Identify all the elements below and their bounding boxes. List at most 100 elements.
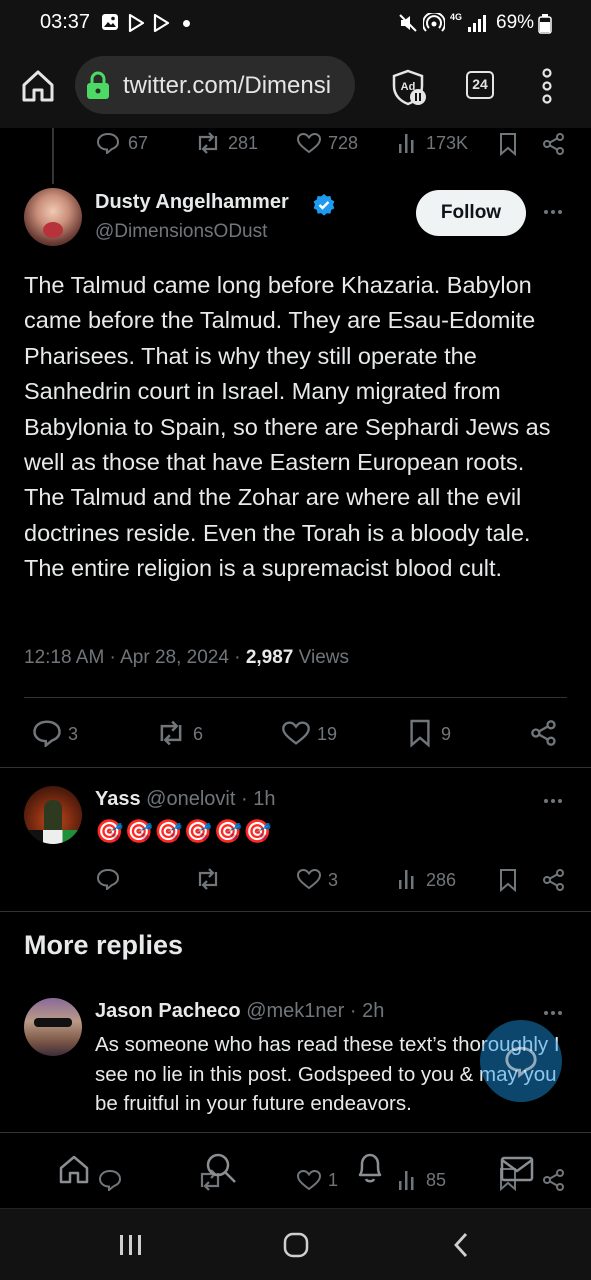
like-count: 3 (328, 870, 339, 890)
more-options-icon[interactable] (543, 209, 563, 215)
play-store-icon (151, 13, 171, 33)
bookmark-icon[interactable] (408, 718, 432, 748)
prev-like-count: 728 (328, 133, 359, 153)
nav-messages-icon[interactable] (500, 1155, 534, 1183)
nav-notifications-icon[interactable] (354, 1151, 386, 1185)
bookmark-icon[interactable] (498, 868, 518, 892)
reply-header: Jason Pacheco @mek1ner · 2h (95, 1000, 384, 1023)
bottom-navigation: 1 85 (0, 1132, 591, 1208)
like-count: 19 (317, 724, 338, 744)
tweet-meta: 12:18 AM · Apr 28, 2024 · 2,987 Views (24, 647, 349, 669)
tabs-button[interactable]: 24 (466, 71, 494, 99)
status-bar: 03:37 4G 69% (0, 0, 591, 48)
nav-search-icon[interactable] (204, 1151, 238, 1185)
share-icon[interactable] (542, 868, 566, 892)
avatar[interactable] (24, 998, 82, 1056)
author-handle[interactable]: @mek1ner (246, 1000, 344, 1022)
system-navigation-bar (0, 1208, 591, 1280)
like-icon[interactable] (296, 868, 322, 890)
lock-icon (85, 70, 111, 100)
share-icon[interactable] (542, 132, 566, 156)
notification-dot-icon (183, 20, 190, 27)
battery-icon (538, 14, 552, 34)
reply-icon[interactable] (32, 719, 62, 747)
battery-percent: 69% (496, 12, 535, 33)
tweet-time[interactable]: 12:18 AM (24, 647, 104, 668)
repost-count: 6 (193, 724, 204, 744)
status-time: 03:37 (40, 11, 91, 33)
compose-reply-button[interactable] (480, 1020, 562, 1102)
menu-kebab-icon[interactable] (538, 68, 556, 104)
reply-actions: 3 286 (0, 866, 591, 896)
views-icon[interactable] (398, 868, 418, 890)
views-icon[interactable] (398, 132, 418, 154)
reply-icon[interactable] (96, 132, 120, 154)
prev-reply-count: 67 (128, 133, 149, 153)
meta-separator: · (104, 647, 121, 668)
reply-header: Yass @onelovit · 1h (95, 788, 275, 811)
verified-badge-icon (312, 193, 336, 217)
reply-count: 3 (68, 724, 79, 744)
like-count: 1 (328, 1170, 339, 1190)
back-icon[interactable] (451, 1231, 471, 1259)
repost-icon[interactable] (194, 132, 222, 154)
play-store-icon (126, 13, 146, 33)
prev-tweet-actions: 67 281 728 173K (0, 128, 591, 158)
repost-icon[interactable] (194, 868, 222, 890)
avatar-detail (34, 1018, 72, 1027)
reply-bubble-icon (504, 1044, 538, 1078)
follow-button[interactable]: Follow (416, 190, 526, 236)
tweet-text: The Talmud came long before Khazaria. Ba… (24, 272, 551, 582)
divider (0, 911, 591, 912)
tweet-date[interactable]: Apr 28, 2024 (120, 647, 229, 668)
author-handle[interactable]: @onelovit (146, 788, 235, 810)
like-icon[interactable] (296, 132, 322, 154)
hotspot-icon (423, 13, 445, 35)
views-count: 2,987 (245, 647, 294, 668)
prev-view-count: 173K (426, 133, 469, 153)
meta-separator: · (344, 1000, 363, 1022)
home-button-icon[interactable] (282, 1231, 310, 1259)
reply-icon[interactable] (96, 868, 120, 890)
like-icon[interactable] (281, 720, 311, 746)
share-icon[interactable] (542, 1168, 566, 1192)
section-heading: More replies (24, 930, 184, 960)
view-count: 85 (426, 1170, 447, 1190)
reply-icon[interactable] (98, 1169, 122, 1191)
avatar[interactable] (24, 786, 82, 844)
author-name[interactable]: Dusty Angelhammer (95, 191, 289, 214)
signal-icon (467, 13, 489, 33)
ad-block-icon[interactable]: Ad (390, 68, 430, 108)
view-count: 286 (426, 870, 457, 890)
avatar-detail (24, 830, 82, 844)
address-bar[interactable]: twitter.com/Dimensi (75, 56, 355, 114)
more-options-icon[interactable] (543, 1010, 563, 1016)
avatar[interactable] (24, 188, 82, 246)
views-icon[interactable] (398, 1169, 418, 1191)
home-icon[interactable] (18, 66, 58, 106)
prev-repost-count: 281 (228, 133, 259, 153)
reply-time[interactable]: 2h (362, 1000, 384, 1022)
nav-home-icon[interactable] (58, 1153, 90, 1185)
author-name[interactable]: Yass (95, 788, 141, 810)
browser-toolbar: twitter.com/Dimensi Ad 24 (0, 48, 591, 128)
more-options-icon[interactable] (543, 798, 563, 804)
mute-icon (398, 13, 418, 33)
views-label: Views (298, 647, 349, 668)
author-name[interactable]: Jason Pacheco (95, 1000, 241, 1022)
author-handle[interactable]: @DimensionsODust (95, 221, 267, 243)
recent-apps-icon[interactable] (118, 1233, 144, 1257)
divider (0, 767, 591, 768)
reply-text: 🎯🎯🎯🎯🎯🎯 (95, 818, 273, 844)
repost-icon[interactable] (155, 720, 187, 746)
meta-separator: · (235, 788, 254, 810)
bookmark-icon[interactable] (498, 132, 518, 156)
gallery-icon (101, 13, 119, 31)
like-icon[interactable] (296, 1169, 322, 1191)
reply-time[interactable]: 1h (253, 788, 275, 810)
divider (24, 697, 567, 698)
bookmark-count: 9 (441, 724, 452, 744)
share-icon[interactable] (530, 719, 558, 747)
meta-separator: · (228, 647, 246, 668)
avatar-detail (43, 222, 63, 238)
